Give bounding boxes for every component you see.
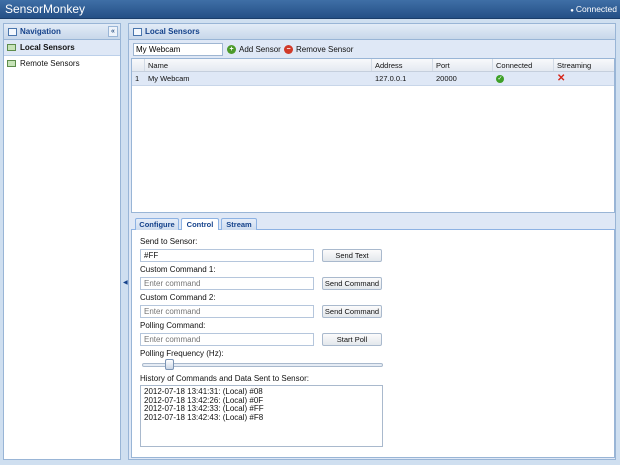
polling-frequency-label: Polling Frequency (Hz): [140,349,224,358]
app-title: SensorMonkey [5,2,86,16]
sensor-icon [7,60,16,67]
expand-arrow-icon[interactable]: ◀ [123,279,128,286]
column-header-address[interactable]: Address [372,59,433,71]
app-header: SensorMonkey ● Connected [0,0,620,19]
polling-command-input[interactable] [140,333,314,346]
sensor-name-cell: My Webcam [148,74,190,83]
column-header-name[interactable]: Name [145,59,372,71]
status-dot-icon: ● [570,8,574,14]
column-header-connected[interactable]: Connected [493,59,554,71]
row-number: 1 [135,74,140,83]
grid-header: Name Address Port Connected Streaming [132,59,614,72]
sensor-address-cell: 127.0.0.1 [375,74,407,83]
column-header-port[interactable]: Port [433,59,493,71]
cross-icon: ✕ [557,73,566,84]
polling-command-label: Polling Command: [140,321,206,330]
nav-item-label: Local Sensors [20,43,75,52]
connected-cell: ✓ [493,72,554,85]
send-to-sensor-input[interactable] [140,249,314,262]
polling-frequency-slider-thumb[interactable] [165,359,175,370]
main-title: Local Sensors [145,27,200,36]
panel-icon [133,28,142,36]
tab-strip: Configure Control Stream [131,217,615,231]
row-number-header [132,59,145,71]
connection-status-label: Connected [575,4,617,14]
tab-stream[interactable]: Stream [221,218,257,230]
main-header: Local Sensors [129,24,615,40]
column-header-streaming[interactable]: Streaming [554,59,614,71]
history-label: History of Commands and Data Sent to Sen… [140,374,309,383]
add-sensor-button[interactable]: + Add Sensor [227,44,281,56]
local-sensors-panel: Local Sensors + Add Sensor − Remove Sens… [128,23,616,460]
navigation-panel: Navigation « Local Sensors Remote Sensor… [3,23,121,460]
custom-command-1-label: Custom Command 1: [140,265,216,274]
add-sensor-label: Add Sensor [239,45,281,54]
polling-frequency-slider[interactable] [142,363,383,367]
tab-configure[interactable]: Configure [135,218,179,230]
nav-item-label: Remote Sensors [20,59,80,68]
sensor-port-cell: 20000 [436,74,457,83]
remove-icon: − [284,45,293,54]
nav-item-remote-sensors[interactable]: Remote Sensors [4,56,120,72]
table-row[interactable]: 1 My Webcam 127.0.0.1 20000 ✓ ✕ [132,72,614,86]
sensor-name-input[interactable] [133,43,223,56]
custom-command-2-input[interactable] [140,305,314,318]
add-icon: + [227,45,236,54]
custom-command-2-label: Custom Command 2: [140,293,216,302]
connection-status: ● Connected [570,4,617,14]
check-icon: ✓ [496,75,504,84]
panel-icon [8,28,17,36]
remove-sensor-label: Remove Sensor [296,45,354,54]
nav-item-local-sensors[interactable]: Local Sensors [4,40,120,56]
remove-sensor-button[interactable]: − Remove Sensor [284,44,353,56]
history-textarea[interactable]: 2012-07-18 13:41:31: (Local) #08 2012-07… [140,385,383,447]
custom-command-1-input[interactable] [140,277,314,290]
send-command-1-button[interactable]: Send Command [322,277,382,290]
navigation-title: Navigation [20,27,61,36]
navigation-header: Navigation « [4,24,120,40]
sensor-toolbar: + Add Sensor − Remove Sensor [129,41,615,58]
start-poll-button[interactable]: Start Poll [322,333,382,346]
send-command-2-button[interactable]: Send Command [322,305,382,318]
control-tab-panel: Send to Sensor: Send Text Custom Command… [131,230,615,458]
history-line: 2012-07-18 13:42:43: (Local) #F8 [144,412,264,422]
collapse-navigation-button[interactable]: « [108,26,118,37]
streaming-cell: ✕ [554,72,614,85]
send-to-sensor-label: Send to Sensor: [140,237,198,246]
sensor-grid: Name Address Port Connected Streaming 1 … [131,58,615,213]
send-text-button[interactable]: Send Text [322,249,382,262]
sensor-icon [7,44,16,51]
